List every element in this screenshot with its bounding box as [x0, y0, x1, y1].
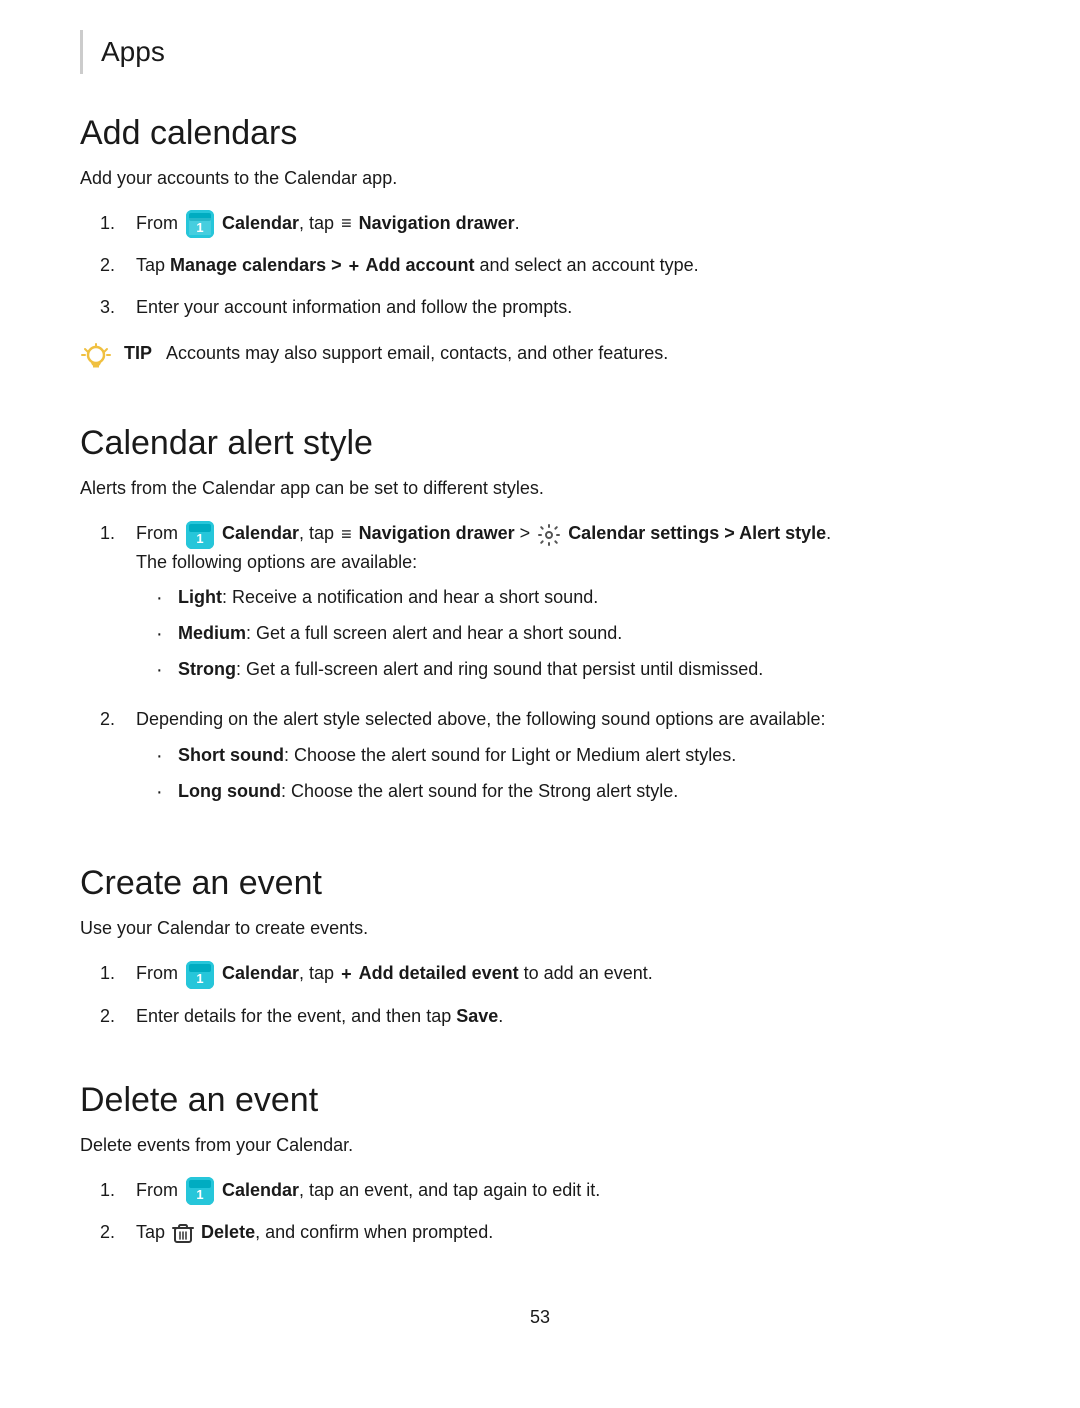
bullet-item: · Medium: Get a full screen alert and he… — [156, 620, 1000, 648]
list-num: 2. — [100, 706, 136, 734]
tip-box: TIP Accounts may also support email, con… — [80, 340, 1000, 374]
svg-text:1: 1 — [196, 531, 203, 546]
page-container: Apps Add calendars Add your accounts to … — [0, 0, 1080, 1408]
bullet-dot: · — [156, 656, 178, 684]
bullet-content: Strong: Get a full-screen alert and ring… — [178, 656, 763, 684]
tip-text: TIP Accounts may also support email, con… — [124, 340, 668, 367]
header-border — [80, 30, 83, 74]
svg-text:1: 1 — [196, 1187, 203, 1202]
section-add-calendars: Add calendars Add your accounts to the C… — [80, 114, 1000, 374]
section-desc-calendar-alert-style: Alerts from the Calendar app can be set … — [80, 475, 1000, 502]
list-item: 1. From 1 Calendar, tap ≡ Navigation dra… — [100, 520, 1000, 692]
bullet-dot: · — [156, 742, 178, 770]
alert-style-bullets: · Light: Receive a notification and hear… — [156, 584, 1000, 684]
list-content: Enter details for the event, and then ta… — [136, 1003, 1000, 1031]
bullet-content: Medium: Get a full screen alert and hear… — [178, 620, 622, 648]
list-item: 3. Enter your account information and fo… — [100, 294, 1000, 322]
section-calendar-alert-style: Calendar alert style Alerts from the Cal… — [80, 424, 1000, 814]
tip-label: TIP — [124, 343, 152, 363]
svg-text:1: 1 — [196, 971, 203, 986]
bullet-item: · Long sound: Choose the alert sound for… — [156, 778, 1000, 806]
add-account-icon: + — [349, 253, 360, 281]
section-create-event: Create an event Use your Calendar to cre… — [80, 864, 1000, 1030]
list-num: 1. — [100, 520, 136, 548]
list-content: Depending on the alert style selected ab… — [136, 706, 1000, 814]
add-calendars-list: 1. From 1 Calendar, tap ≡ Navigation dra… — [100, 210, 1000, 322]
calendar-alert-list: 1. From 1 Calendar, tap ≡ Navigation dra… — [100, 520, 1000, 814]
long-sound-label: Long sound — [178, 781, 281, 801]
list-item: 2. Depending on the alert style selected… — [100, 706, 1000, 814]
calendar-icon: 1 — [186, 961, 214, 989]
bullet-content: Long sound: Choose the alert sound for t… — [178, 778, 678, 806]
calendar-label: Calendar — [222, 213, 299, 233]
list-content: From 1 Calendar, tap ≡ Navigation drawer… — [136, 210, 1000, 238]
section-title-create-event: Create an event — [80, 864, 1000, 903]
list-item: 1. From 1 Calendar, tap + Add detailed e… — [100, 960, 1000, 988]
nav-drawer-icon: ≡ — [341, 210, 352, 238]
calendar-label: Calendar — [222, 963, 299, 983]
list-num: 3. — [100, 294, 136, 322]
bullet-content: Short sound: Choose the alert sound for … — [178, 742, 736, 770]
list-item: 2. Enter details for the event, and then… — [100, 1003, 1000, 1031]
list-item: 1. From 1 Calendar, tap ≡ Navigation dra… — [100, 210, 1000, 238]
nav-drawer-icon: ≡ — [341, 521, 352, 549]
delete-event-list: 1. From 1 Calendar, tap an event, and ta… — [100, 1177, 1000, 1247]
short-sound-label: Short sound — [178, 745, 284, 765]
list-item: 2. Tap Delete, and confirm when — [100, 1219, 1000, 1247]
delete-label: Delete — [201, 1222, 255, 1242]
list-num: 2. — [100, 252, 136, 280]
section-title-calendar-alert-style: Calendar alert style — [80, 424, 1000, 463]
svg-text:1: 1 — [196, 220, 203, 235]
calendar-icon: 1 — [186, 210, 214, 238]
list-num: 1. — [100, 1177, 136, 1205]
settings-icon — [535, 523, 568, 543]
calendar-settings-label: Calendar settings > Alert style — [568, 523, 826, 543]
section-desc-delete-event: Delete events from your Calendar. — [80, 1132, 1000, 1159]
create-event-list: 1. From 1 Calendar, tap + Add detailed e… — [100, 960, 1000, 1030]
section-delete-event: Delete an event Delete events from your … — [80, 1081, 1000, 1247]
page-number: 53 — [80, 1307, 1000, 1328]
bullet-dot: · — [156, 584, 178, 612]
list-num: 2. — [100, 1003, 136, 1031]
calendar-icon: 1 — [186, 521, 214, 549]
trash-icon — [170, 1222, 201, 1242]
calendar-icon: 1 — [186, 1177, 214, 1205]
tip-icon — [80, 342, 112, 374]
bullet-dot: · — [156, 778, 178, 806]
list-num: 1. — [100, 210, 136, 238]
list-content: Tap Manage calendars > + Add account and… — [136, 252, 1000, 280]
calendar-label: Calendar — [222, 1180, 299, 1200]
section-desc-add-calendars: Add your accounts to the Calendar app. — [80, 165, 1000, 192]
section-desc-create-event: Use your Calendar to create events. — [80, 915, 1000, 942]
list-content: From 1 Calendar, tap an event, and tap a… — [136, 1177, 1000, 1205]
list-item: 1. From 1 Calendar, tap an event, and ta… — [100, 1177, 1000, 1205]
bullet-content: Light: Receive a notification and hear a… — [178, 584, 598, 612]
list-content: Enter your account information and follo… — [136, 294, 1000, 322]
list-item: 2. Tap Manage calendars > + Add account … — [100, 252, 1000, 280]
add-detailed-event-label: Add detailed event — [359, 963, 519, 983]
bullet-item: · Strong: Get a full-screen alert and ri… — [156, 656, 1000, 684]
add-event-icon: + — [341, 961, 352, 989]
list-num: 2. — [100, 1219, 136, 1247]
calendar-label: Calendar — [222, 523, 299, 543]
strong-label: Strong — [178, 659, 236, 679]
header-bar: Apps — [80, 20, 1000, 74]
list-content: Tap Delete, and confirm when prompted. — [136, 1219, 1000, 1247]
bullet-item: · Light: Receive a notification and hear… — [156, 584, 1000, 612]
nav-drawer-label: Navigation drawer — [359, 523, 515, 543]
list-num: 1. — [100, 960, 136, 988]
page-title: Apps — [101, 30, 165, 74]
bullet-item: · Short sound: Choose the alert sound fo… — [156, 742, 1000, 770]
list-content: From 1 Calendar, tap ≡ Navigation drawer… — [136, 520, 1000, 692]
manage-calendars-label: Manage calendars > + Add account — [170, 255, 474, 275]
save-label: Save — [456, 1006, 498, 1026]
section-title-delete-event: Delete an event — [80, 1081, 1000, 1120]
medium-label: Medium — [178, 623, 246, 643]
bullet-dot: · — [156, 620, 178, 648]
sound-options-bullets: · Short sound: Choose the alert sound fo… — [156, 742, 1000, 806]
nav-drawer-label: Navigation drawer — [359, 213, 515, 233]
list-content: From 1 Calendar, tap + Add detailed even… — [136, 960, 1000, 988]
section-title-add-calendars: Add calendars — [80, 114, 1000, 153]
light-label: Light — [178, 587, 222, 607]
